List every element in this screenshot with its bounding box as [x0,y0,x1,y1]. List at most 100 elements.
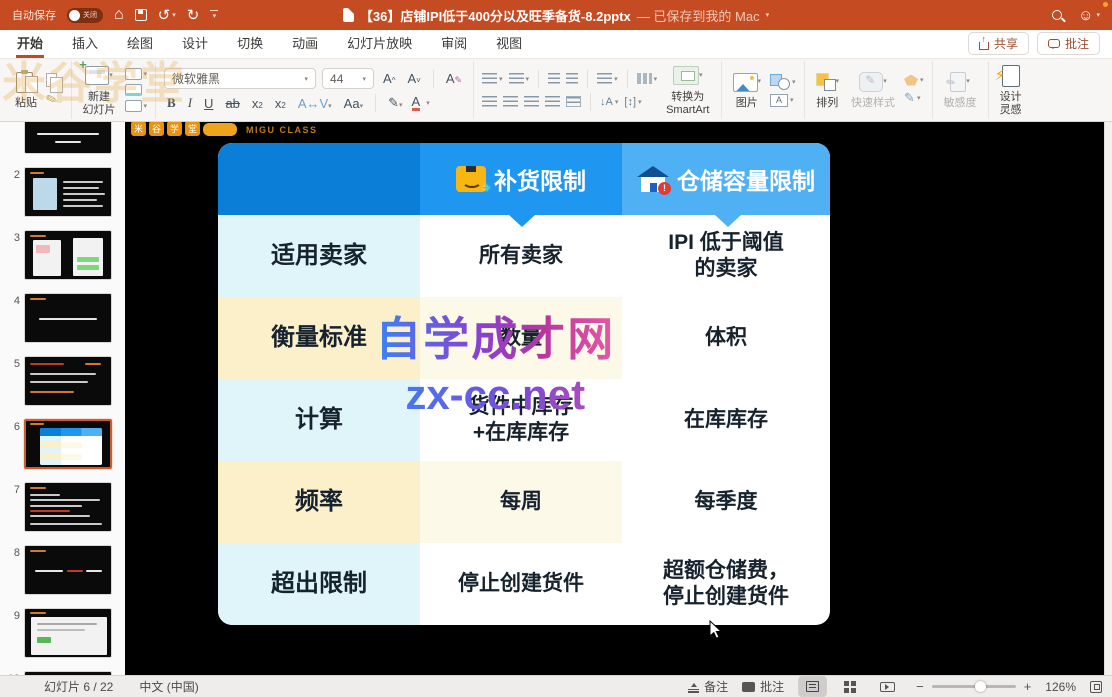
slide-thumbnail-5[interactable]: 5 [6,356,119,406]
decrease-font-button[interactable]: A˅ [404,71,423,86]
slide-thumbnail-10[interactable]: 10 [6,671,119,675]
autosave-toggle[interactable]: 关闭 [67,8,103,23]
undo-button[interactable]: ↺▾ [158,8,176,23]
tab-view[interactable]: 视图 [495,28,523,58]
slide-thumbnail-7[interactable]: 7 [6,482,119,532]
slide-thumbnail-4[interactable]: 4 [6,293,119,343]
font-color-button[interactable]: A [412,95,421,111]
italic-button[interactable]: I [185,95,195,111]
ink-editor-button[interactable]: ✎▾ [904,90,924,106]
new-slide-icon [85,66,109,85]
zoom-slider[interactable] [932,685,1016,688]
copy-button[interactable]: ▾ [46,73,63,87]
font-size-select[interactable]: 44▾ [322,68,374,89]
align-right-button[interactable] [524,96,539,107]
subscript-button[interactable]: x2 [272,96,289,111]
change-case-button[interactable]: Aa▾ [341,96,366,111]
slide-thumbnail-8[interactable]: 8 [6,545,119,595]
convert-smartart-button[interactable]: ▾ 转换为 SmartArt [663,63,712,117]
increase-indent-button[interactable] [566,73,578,84]
clipboard-group: ▾ 粘贴 ▾ ✎ [4,61,72,119]
share-button[interactable]: 共享 [968,32,1029,55]
zoom-out-button[interactable]: − [916,679,924,694]
font-name-select[interactable]: 微软雅黑▾ [164,68,316,89]
underline-button[interactable]: U [201,96,216,111]
design-ideas-group: 设计 灵感 [989,61,1033,119]
search-icon[interactable] [1052,10,1062,20]
text-direction-button[interactable]: ↓A▾ [600,96,618,108]
slide-thumbnail-9[interactable]: 9 [6,608,119,658]
zoom-in-button[interactable]: + [1024,679,1032,694]
arrange-button[interactable]: ▾ 排列 [813,69,843,111]
comparison-table[interactable]: + 补货限制 ! 仓储容量限制 适用卖家 所有卖家 IPI 低于阈值 的卖家 [218,143,830,625]
slide-thumbnail-1[interactable] [6,122,119,154]
slide-counter[interactable]: 幻灯片 6 / 22 [44,678,113,695]
line-spacing-button[interactable]: ▾ [597,73,618,84]
quick-styles-button[interactable]: ▾ 快速样式 [848,69,898,111]
thumbnail-image [24,671,112,675]
layout-button[interactable]: ▾ [125,68,148,80]
bullets-button[interactable]: ▾ [482,73,503,84]
sensitivity-button[interactable]: ▾ 敏感度 [941,69,980,111]
redo-button[interactable]: ↻ [187,8,200,23]
slideshow-icon [880,682,895,692]
slide-thumbnail-3[interactable]: 3 [6,230,119,280]
columns-button[interactable]: ▾ [637,73,658,84]
align-text-button[interactable]: [↕]▾ [624,96,641,108]
align-left-button[interactable] [482,96,497,107]
tab-insert[interactable]: 插入 [71,28,99,58]
picture-button[interactable]: ▾ 图片 [730,69,765,111]
clear-formatting-button[interactable]: A✎ [443,71,465,86]
increase-font-button[interactable]: A^ [380,71,398,86]
paste-button[interactable]: ▾ 粘贴 [12,69,40,111]
language-indicator[interactable]: 中文 (中国) [139,678,198,695]
document-save-status[interactable]: — 已保存到我的 Mac [637,6,760,25]
new-slide-button[interactable]: ▾ 新建 幻灯片 [80,63,119,117]
comments-button[interactable]: 批注 [1037,32,1100,55]
design-ideas-icon [1002,65,1020,87]
home-icon[interactable]: ⌂ [114,7,124,23]
character-spacing-button[interactable]: A↔V▾ [295,96,335,111]
shape-fill-button[interactable]: ▾ [904,75,924,86]
textbox-button[interactable]: A▾ [770,94,796,107]
format-painter-button[interactable]: ✎ [46,91,63,108]
zoom-slider-knob[interactable] [975,681,986,692]
thumbnail-image [24,482,112,532]
reset-button[interactable] [125,84,148,96]
highlight-button[interactable]: ✎▾ [385,95,405,111]
zoom-level[interactable]: 126% [1045,680,1076,694]
vertical-scrollbar[interactable] [1104,122,1112,675]
distribute-button[interactable] [566,96,581,107]
superscript-button[interactable]: x2 [249,96,266,111]
section-button[interactable]: ▾ [125,100,148,112]
bold-button[interactable]: B [164,95,179,111]
shapes-button[interactable]: ▾ [770,74,796,90]
slide-thumbnail-6-selected[interactable]: 6 [6,419,119,469]
justify-button[interactable] [545,96,560,107]
slide-sorter-view-button[interactable] [837,679,863,695]
numbering-button[interactable]: ▾ [509,73,530,84]
slide-panel: 2 3 [0,122,125,675]
strikethrough-button[interactable]: ab [222,96,242,111]
slide-canvas[interactable]: 米谷学堂 MIGU CLASS + 补货限制 ! 仓储容量限制 [125,122,1104,675]
tab-design[interactable]: 设计 [181,28,209,58]
align-center-button[interactable] [503,96,518,107]
tab-transitions[interactable]: 切换 [236,28,264,58]
design-ideas-button[interactable]: 设计 灵感 [997,63,1025,117]
tab-home[interactable]: 开始 [16,28,44,58]
slideshow-button[interactable] [873,680,902,694]
tab-draw[interactable]: 绘图 [126,28,154,58]
comments-pane-button[interactable]: 批注 [742,678,784,695]
slide-thumbnail-2[interactable]: 2 [6,167,119,217]
tab-review[interactable]: 审阅 [440,28,468,58]
thumbnail-image [24,167,112,217]
customize-toolbar-icon[interactable]: ▾ [210,10,218,21]
save-icon[interactable] [135,9,147,21]
tab-slideshow[interactable]: 幻灯片放映 [346,28,413,58]
normal-view-button[interactable] [798,676,827,697]
tab-animations[interactable]: 动画 [291,28,319,58]
feedback-smiley-icon[interactable]: ☺▾ [1078,7,1100,24]
fit-to-window-icon[interactable] [1090,681,1102,693]
decrease-indent-button[interactable] [548,73,560,84]
notes-button[interactable]: 备注 [688,678,728,695]
